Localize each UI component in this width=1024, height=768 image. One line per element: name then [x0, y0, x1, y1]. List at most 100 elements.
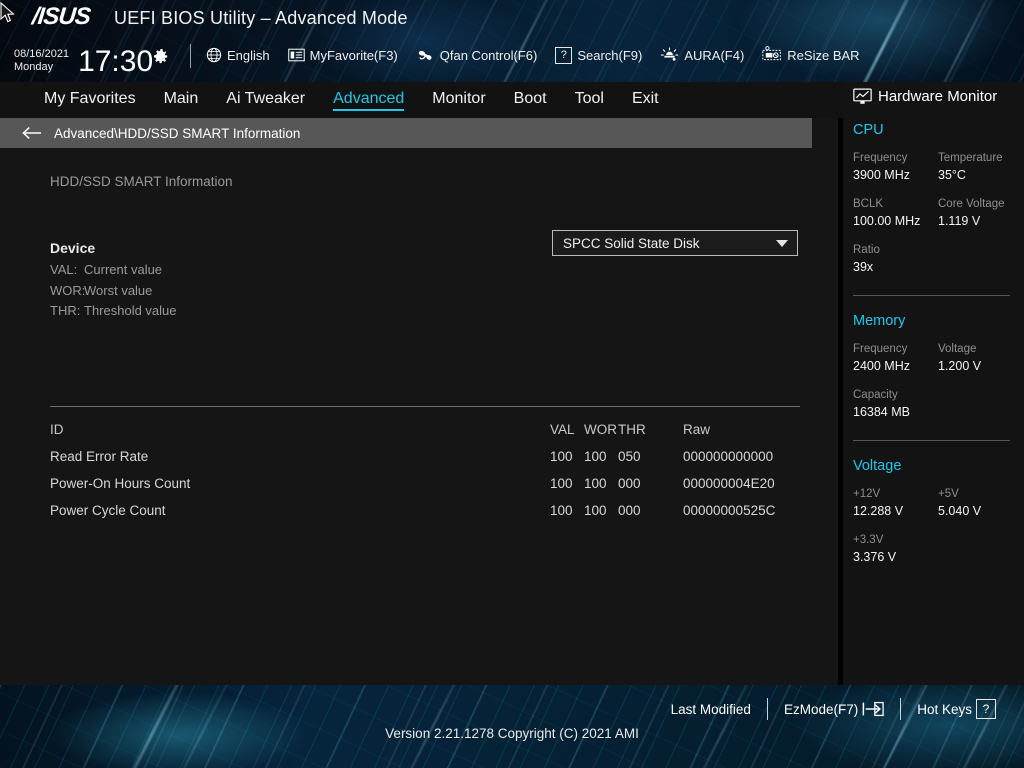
- legend-key-thr: THR:: [50, 303, 81, 318]
- hotkeys-button[interactable]: Hot Keys ?: [901, 699, 1012, 719]
- aura-label: AURA(F4): [684, 47, 745, 63]
- hw-label: BCLK: [853, 198, 884, 210]
- legend-row-val: VAL: Current value: [50, 260, 177, 281]
- tab-monitor[interactable]: Monitor: [432, 90, 485, 110]
- footer-bar: Last Modified EzMode(F7) Hot Keys ? Vers…: [0, 685, 1024, 768]
- hw-value: 12.288 V: [853, 504, 904, 518]
- datetime-display: 08/16/2021 Monday 17:30: [14, 44, 169, 78]
- last-modified-button[interactable]: Last Modified: [655, 702, 767, 717]
- hw-section-voltage-title: Voltage: [853, 458, 902, 474]
- hw-cpu-row-1: Frequency 3900 MHz Temperature 35°C: [853, 150, 1024, 184]
- last-modified-label: Last Modified: [670, 701, 751, 717]
- hw-voltage-row-1: +12V 12.288 V +5V 5.040 V: [853, 486, 1024, 520]
- legend-text-val: Current value: [84, 262, 163, 277]
- hw-label: Frequency: [853, 152, 908, 164]
- hw-memory-voltage: Voltage 1.200 V: [938, 341, 1023, 375]
- col-header-thr: THR: [618, 422, 646, 437]
- cell-val: 100: [550, 476, 573, 491]
- qfan-control-button[interactable]: Qfan Control(F6): [416, 47, 538, 64]
- table-row[interactable]: Power-On Hours Count 100 100 000 0000000…: [50, 470, 802, 497]
- resize-bar-label: ReSize BAR: [787, 47, 860, 63]
- table-top-divider: [50, 406, 800, 407]
- tab-exit[interactable]: Exit: [632, 90, 659, 110]
- language-label: English: [227, 47, 270, 63]
- legend-row-thr: THR: Threshold value: [50, 301, 177, 322]
- hw-value: 100.00 MHz: [853, 214, 921, 228]
- language-button[interactable]: English: [206, 47, 270, 63]
- cell-thr: 050: [618, 449, 641, 464]
- device-dropdown[interactable]: SPCC Solid State Disk: [552, 230, 798, 256]
- header-divider: [190, 44, 191, 68]
- globe-icon: [206, 47, 222, 63]
- settings-content: HDD/SSD SMART Information Device SPCC So…: [0, 148, 838, 696]
- resize-bar-button[interactable]: ReSize BAR: [762, 46, 860, 64]
- table-row[interactable]: Power Cycle Count 100 100 000 0000000052…: [50, 497, 802, 524]
- hw-value: 5.040 V: [938, 504, 982, 518]
- tab-tool[interactable]: Tool: [575, 90, 604, 110]
- hw-value: 1.119 V: [938, 214, 981, 228]
- tab-advanced[interactable]: Advanced: [333, 90, 405, 111]
- hardware-monitor-header: Hardware Monitor: [853, 88, 1024, 105]
- breadcrumb[interactable]: Advanced\HDD/SSD SMART Information: [0, 118, 812, 148]
- hw-cpu-frequency: Frequency 3900 MHz: [853, 150, 938, 184]
- cell-raw: 000000000000: [683, 449, 774, 464]
- question-box-icon: ?: [555, 46, 573, 64]
- hw-cpu-row-3: Ratio 39x: [853, 242, 1024, 276]
- aura-button[interactable]: AURA(F4): [660, 46, 745, 64]
- hw-memory-frequency: Frequency 2400 MHz: [853, 341, 938, 375]
- hw-memory-row-1: Frequency 2400 MHz Voltage 1.200 V: [853, 341, 1024, 375]
- back-arrow-icon[interactable]: [22, 126, 42, 140]
- header-menu: English MyFavorite(F3) Qfan Control(F6): [206, 46, 860, 64]
- qfan-label: Qfan Control(F6): [439, 47, 538, 63]
- hw-section-memory-title: Memory: [853, 313, 906, 329]
- hw-value: 35°C: [938, 168, 966, 182]
- time-text: 17:30: [78, 45, 154, 78]
- myfavorite-button[interactable]: MyFavorite(F3): [287, 48, 398, 63]
- monitor-chart-icon: [853, 88, 872, 104]
- col-header-val: VAL: [550, 422, 575, 437]
- hw-label: Temperature: [938, 152, 1003, 164]
- hw-voltage-33v: +3.3V 3.376 V: [853, 532, 938, 566]
- search-label: Search(F9): [577, 47, 643, 63]
- version-text: Version 2.21.1278 Copyright (C) 2021 AMI: [385, 726, 639, 741]
- hw-label: Core Voltage: [938, 198, 1005, 210]
- tab-my-favorites[interactable]: My Favorites: [44, 90, 136, 110]
- hw-label: Voltage: [938, 343, 977, 355]
- hw-label: +5V: [938, 488, 959, 500]
- hw-voltage-row-2: +3.3V 3.376 V: [853, 532, 1024, 566]
- hw-label: Frequency: [853, 343, 908, 355]
- cell-raw: 00000000525C: [683, 503, 776, 518]
- hw-cpu-ratio: Ratio 39x: [853, 242, 938, 276]
- cell-val: 100: [550, 503, 573, 518]
- section-title: HDD/SSD SMART Information: [50, 174, 233, 189]
- chevron-down-icon: [776, 239, 788, 247]
- table-row[interactable]: Read Error Rate 100 100 050 000000000000: [50, 443, 802, 470]
- hw-cpu-temperature: Temperature 35°C: [938, 150, 1023, 184]
- mouse-cursor: [0, 2, 15, 23]
- legend-text-thr: Threshold value: [84, 303, 177, 318]
- cell-id: Power Cycle Count: [50, 503, 166, 518]
- gear-icon[interactable]: [154, 49, 169, 64]
- cell-val: 100: [550, 449, 573, 464]
- main-content-panel: Advanced\HDD/SSD SMART Information HDD/S…: [0, 118, 838, 743]
- cell-wor: 100: [584, 503, 607, 518]
- fan-icon: [418, 50, 432, 60]
- search-button[interactable]: ? Search(F9): [555, 46, 643, 64]
- tab-boot[interactable]: Boot: [514, 90, 547, 110]
- resize-bar-icon: [762, 46, 782, 61]
- tab-main[interactable]: Main: [164, 90, 199, 110]
- legend-text-wor: Worst value: [84, 282, 153, 298]
- question-box-icon: ?: [976, 699, 996, 719]
- ezmode-button[interactable]: EzMode(F7): [768, 701, 900, 717]
- hotkeys-label: Hot Keys: [917, 701, 972, 717]
- tab-ai-tweaker[interactable]: Ai Tweaker: [226, 90, 305, 110]
- cell-wor: 100: [584, 449, 607, 464]
- cell-thr: 000: [618, 476, 641, 491]
- hw-section-cpu-title: CPU: [853, 122, 884, 138]
- hw-divider: [853, 440, 1010, 441]
- hw-value: 3900 MHz: [853, 168, 910, 182]
- device-dropdown-value: SPCC Solid State Disk: [563, 235, 700, 251]
- exit-arrow-icon: [862, 701, 884, 717]
- hw-cpu-bclk: BCLK 100.00 MHz: [853, 196, 938, 230]
- hw-memory-row-2: Capacity 16384 MB: [853, 387, 1024, 421]
